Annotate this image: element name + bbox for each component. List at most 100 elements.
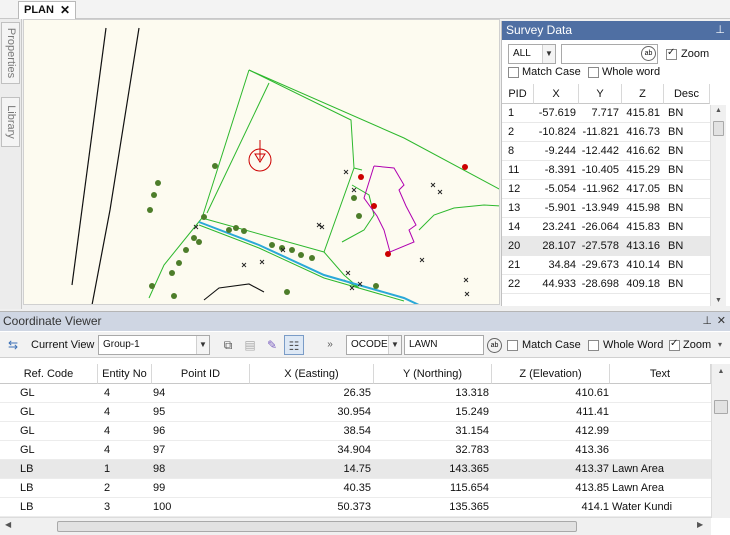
- app-window: PLAN ✕ Properties Library Survey Data ⊥ …: [0, 0, 730, 535]
- clear-icon[interactable]: ✎: [262, 335, 282, 355]
- column-header-y-northing[interactable]: Y (Northing): [374, 364, 492, 384]
- scroll-up-icon[interactable]: ▲: [712, 368, 730, 375]
- coord-cell-entity: 1: [104, 463, 111, 475]
- coord-whole-word-checkbox[interactable]: [588, 340, 599, 351]
- coord-cell-z: 410.61: [575, 387, 609, 399]
- coord-cell-text: Lawn Area: [612, 482, 664, 494]
- chevron-down-icon[interactable]: ▼: [542, 45, 555, 63]
- survey-cell-z: 413.16: [626, 240, 660, 252]
- sync-icon[interactable]: ⇆: [3, 335, 23, 355]
- table-row[interactable]: GL 4 96 38.54 31.154 412.99: [0, 422, 711, 441]
- spell-search-icon[interactable]: ab: [487, 338, 502, 353]
- column-header-text[interactable]: Text: [610, 364, 711, 384]
- coord-horizontal-scrollbar[interactable]: ◀ ▶: [0, 517, 711, 535]
- survey-whole-word-checkbox[interactable]: [588, 67, 599, 78]
- survey-filter-select[interactable]: ALL ▼: [508, 44, 556, 64]
- pin-icon[interactable]: ⊥: [715, 21, 725, 40]
- survey-point: [437, 189, 443, 195]
- scroll-up-icon[interactable]: ▲: [711, 107, 726, 114]
- table-row[interactable]: LB 1 98 14.75 143.365 413.37 Lawn Area: [0, 460, 711, 479]
- table-row[interactable]: LB 3 100 50.373 135.365 414.1 Water Kundi: [0, 498, 711, 517]
- table-row[interactable]: GL 4 95 30.954 15.249 411.41: [0, 403, 711, 422]
- chevron-down-icon[interactable]: ▼: [388, 336, 401, 354]
- table-row[interactable]: GL 4 94 26.35 13.318 410.61: [0, 384, 711, 403]
- survey-cell-pid: 2: [508, 126, 515, 138]
- survey-row[interactable]: 2 -10.824 -11.821 416.73 BN: [502, 123, 710, 142]
- coord-cell-entity: 3: [104, 501, 111, 513]
- table-row[interactable]: GL 4 97 34.904 32.783 413.36: [0, 441, 711, 460]
- survey-row[interactable]: 8 -9.244 -12.442 416.62 BN: [502, 142, 710, 161]
- boundary-line: [148, 217, 203, 299]
- side-tab-properties[interactable]: Properties: [1, 22, 20, 84]
- survey-row[interactable]: 14 23.241 -26.064 415.83 BN: [502, 218, 710, 237]
- plan-canvas[interactable]: [23, 19, 500, 305]
- survey-cell-y: -11.821: [582, 126, 620, 138]
- column-header-z[interactable]: Z: [622, 84, 664, 104]
- survey-zoom-checkbox[interactable]: [666, 47, 677, 60]
- survey-cell-y: -26.064: [581, 221, 619, 233]
- tab-plan[interactable]: PLAN ✕: [18, 1, 76, 19]
- survey-row[interactable]: 11 -8.391 -10.405 415.29 BN: [502, 161, 710, 180]
- scroll-thumb[interactable]: [713, 121, 724, 136]
- close-icon[interactable]: ✕: [717, 312, 726, 330]
- coord-cell-ref: LB: [20, 463, 34, 475]
- survey-cell-x: 28.107: [542, 240, 576, 252]
- column-header-y[interactable]: Y: [579, 84, 622, 104]
- survey-row[interactable]: 22 44.933 -28.698 409.18 BN: [502, 275, 710, 294]
- scroll-left-icon[interactable]: ◀: [5, 520, 11, 529]
- scroll-thumb[interactable]: [57, 521, 577, 532]
- coord-zoom-checkbox[interactable]: [669, 338, 680, 351]
- coord-cell-entity: 4: [104, 444, 111, 456]
- column-header-desc[interactable]: Desc: [664, 84, 710, 104]
- survey-match-case-checkbox[interactable]: [508, 67, 519, 78]
- column-header-point-id[interactable]: Point ID: [152, 364, 250, 384]
- scroll-down-icon[interactable]: ▼: [711, 297, 726, 304]
- column-header-x-easting[interactable]: X (Easting): [250, 364, 374, 384]
- tree-icon: [279, 245, 285, 251]
- survey-vertical-scrollbar[interactable]: ▲ ▼: [710, 105, 726, 306]
- survey-zoom-label: Zoom: [681, 48, 710, 60]
- coord-match-case-checkbox[interactable]: [507, 340, 518, 351]
- tree-icon: [351, 195, 357, 201]
- survey-cell-desc: BN: [668, 145, 684, 157]
- tree-icon: [233, 225, 239, 231]
- chevron-down-icon[interactable]: ▼: [196, 336, 209, 354]
- table-row[interactable]: LB 2 99 40.35 115.654 413.85 Lawn Area: [0, 479, 711, 498]
- coordinate-viewer-toolbar: ⇆ Current View Group-1 ▼ ⧉ ▤ ✎ ☷ » OCODE…: [0, 332, 730, 358]
- coord-search-input[interactable]: LAWN: [404, 335, 484, 355]
- list-view-icon[interactable]: ☷: [284, 335, 304, 355]
- spell-search-icon[interactable]: ab: [641, 46, 656, 61]
- survey-cell-pid: 20: [508, 240, 521, 252]
- survey-row[interactable]: 21 34.84 -29.673 410.14 BN: [502, 256, 710, 275]
- column-header-entity-no[interactable]: Entity No: [98, 364, 152, 384]
- tree-icon: [356, 213, 362, 219]
- survey-cell-x: -9.244: [544, 145, 576, 157]
- column-header-x[interactable]: X: [534, 84, 579, 104]
- survey-row[interactable]: 13 -5.901 -13.949 415.98 BN: [502, 199, 710, 218]
- coord-cell-ref: LB: [20, 501, 34, 513]
- side-tab-library[interactable]: Library: [1, 97, 20, 147]
- column-header-ref-code[interactable]: Ref. Code: [0, 364, 98, 384]
- chevron-down-icon[interactable]: ▾: [713, 335, 727, 355]
- copy-icon[interactable]: ⧉: [218, 335, 238, 355]
- pin-icon[interactable]: ⊥: [702, 312, 712, 330]
- coord-cell-x: 26.35: [343, 387, 371, 399]
- field-select[interactable]: OCODE ▼: [346, 335, 402, 355]
- overflow-icon[interactable]: »: [320, 335, 340, 355]
- paste-icon[interactable]: ▤: [240, 335, 260, 355]
- survey-row[interactable]: 12 -5.054 -11.962 417.05 BN: [502, 180, 710, 199]
- survey-search-input[interactable]: ab: [561, 44, 658, 64]
- side-panel-tabs: Properties Library: [0, 19, 22, 309]
- survey-row[interactable]: 20 28.107 -27.578 413.16 BN: [502, 237, 710, 256]
- survey-point: [430, 182, 436, 188]
- survey-point: [349, 285, 355, 291]
- close-icon[interactable]: ✕: [60, 2, 70, 19]
- current-view-select[interactable]: Group-1 ▼: [98, 335, 210, 355]
- coord-cell-text: Water Kundi: [612, 501, 673, 513]
- scroll-thumb[interactable]: [714, 400, 728, 414]
- coord-vertical-scrollbar[interactable]: ▲: [711, 364, 730, 518]
- column-header-pid[interactable]: PID: [502, 84, 534, 104]
- scroll-right-icon[interactable]: ▶: [697, 520, 703, 529]
- column-header-z-elevation[interactable]: Z (Elevation): [492, 364, 610, 384]
- survey-row[interactable]: 1 -57.619 7.717 415.81 BN: [502, 104, 710, 123]
